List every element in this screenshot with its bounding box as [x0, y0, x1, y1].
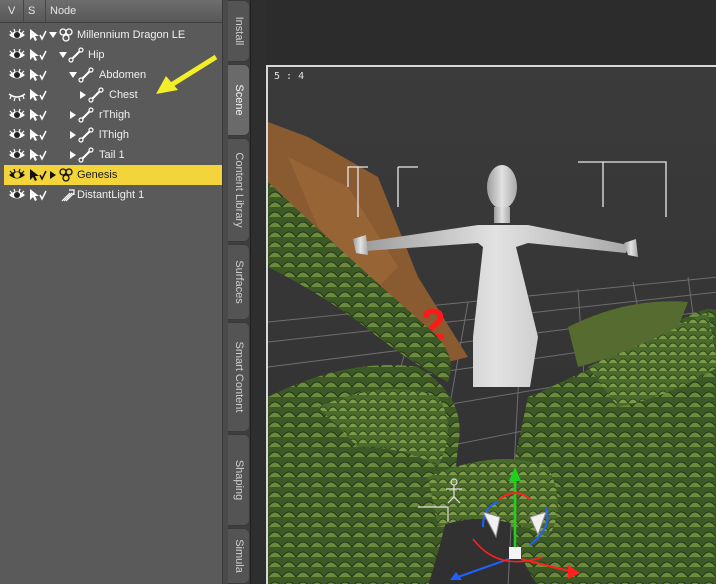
node-column-header[interactable]: Node — [46, 0, 222, 22]
scene-panel: V S Node Millennium Dragon LE Hip Abdome… — [0, 0, 228, 584]
tab-smart-content[interactable]: Smart Content — [228, 322, 250, 432]
expand-down-icon[interactable] — [58, 50, 68, 60]
tab-label: Smart Content — [232, 341, 245, 413]
dock-gap — [250, 0, 267, 584]
figure-icon — [59, 28, 73, 42]
viewport-render: 2 — [268, 67, 716, 584]
selectable-arrow-icon[interactable] — [29, 68, 47, 82]
vertical-tab-bar: Install Scene Content Library Surfaces S… — [228, 0, 250, 584]
tree-row[interactable]: DistantLight 1 — [4, 185, 222, 205]
eye-icon[interactable] — [8, 168, 26, 182]
selectable-arrow-icon[interactable] — [29, 48, 47, 62]
tab-label: Shaping — [232, 459, 245, 501]
expand-right-icon[interactable] — [68, 150, 78, 160]
bone-icon — [78, 107, 94, 123]
expand-down-icon[interactable] — [48, 30, 58, 40]
tree-item-label: rThigh — [99, 109, 131, 121]
tree-row-selected[interactable]: Genesis — [4, 165, 222, 185]
visibility-column-header[interactable]: V — [4, 0, 24, 22]
bone-icon — [78, 147, 94, 163]
tree-item-label: Millennium Dragon LE — [77, 29, 186, 41]
tree-row[interactable]: lThigh — [4, 125, 222, 145]
selectable-arrow-icon[interactable] — [29, 168, 47, 182]
expand-right-icon[interactable] — [68, 110, 78, 120]
eye-icon[interactable] — [8, 128, 26, 142]
light-icon — [61, 189, 75, 202]
selectable-arrow-icon[interactable] — [29, 88, 47, 102]
selectable-arrow-icon[interactable] — [29, 108, 47, 122]
tree-item-label: lThigh — [99, 129, 129, 141]
tab-simulation[interactable]: Simula — [228, 528, 250, 584]
viewport-header-area — [266, 0, 716, 65]
bone-icon — [88, 87, 104, 103]
eye-icon[interactable] — [8, 108, 26, 122]
expand-right-icon[interactable] — [48, 170, 58, 180]
tab-content-library[interactable]: Content Library — [228, 138, 250, 242]
selectable-arrow-icon[interactable] — [29, 148, 47, 162]
selectable-column-header[interactable]: S — [24, 0, 46, 22]
tab-label: Install — [232, 16, 245, 46]
closed-eye-icon[interactable] — [8, 88, 26, 102]
eye-icon[interactable] — [8, 48, 26, 62]
selectable-arrow-icon[interactable] — [29, 28, 47, 42]
eye-icon[interactable] — [8, 28, 26, 42]
expand-right-icon[interactable] — [78, 90, 88, 100]
annotation-arrow — [156, 54, 218, 94]
tree-item-label: Chest — [109, 89, 138, 101]
selectable-arrow-icon[interactable] — [29, 128, 47, 142]
tree-item-label: Tail 1 — [99, 149, 125, 161]
tree-item-label: Abdomen — [99, 69, 147, 81]
tree-row[interactable]: Millennium Dragon LE — [4, 25, 222, 45]
tab-shaping[interactable]: Shaping — [228, 434, 250, 526]
tree-item-label: DistantLight 1 — [77, 189, 145, 201]
expand-right-icon[interactable] — [68, 130, 78, 140]
figure-icon — [59, 168, 73, 182]
column-header: V S Node — [0, 0, 222, 23]
bone-icon — [78, 67, 94, 83]
tab-label: Scene — [232, 84, 245, 116]
bone-icon — [68, 47, 84, 63]
tree-row[interactable]: Tail 1 — [4, 145, 222, 165]
3d-viewport[interactable]: 2 5 : 4 — [266, 65, 716, 584]
tab-scene[interactable]: Scene — [228, 64, 250, 136]
tab-install[interactable]: Install — [228, 0, 250, 62]
eye-icon[interactable] — [8, 188, 26, 202]
tab-surfaces[interactable]: Surfaces — [228, 244, 250, 320]
aspect-ratio-label: 5 : 4 — [274, 71, 305, 82]
tab-label: Simula — [232, 539, 245, 573]
bone-icon — [78, 127, 94, 143]
selectable-arrow-icon[interactable] — [29, 188, 47, 202]
tree-item-label: Hip — [88, 49, 105, 61]
eye-icon[interactable] — [8, 148, 26, 162]
tab-label: Content Library — [232, 152, 245, 228]
tree-row[interactable]: rThigh — [4, 105, 222, 125]
expand-down-icon[interactable] — [68, 70, 78, 80]
tree-item-label: Genesis — [77, 169, 118, 181]
tab-label: Surfaces — [232, 260, 245, 304]
eye-icon[interactable] — [8, 68, 26, 82]
